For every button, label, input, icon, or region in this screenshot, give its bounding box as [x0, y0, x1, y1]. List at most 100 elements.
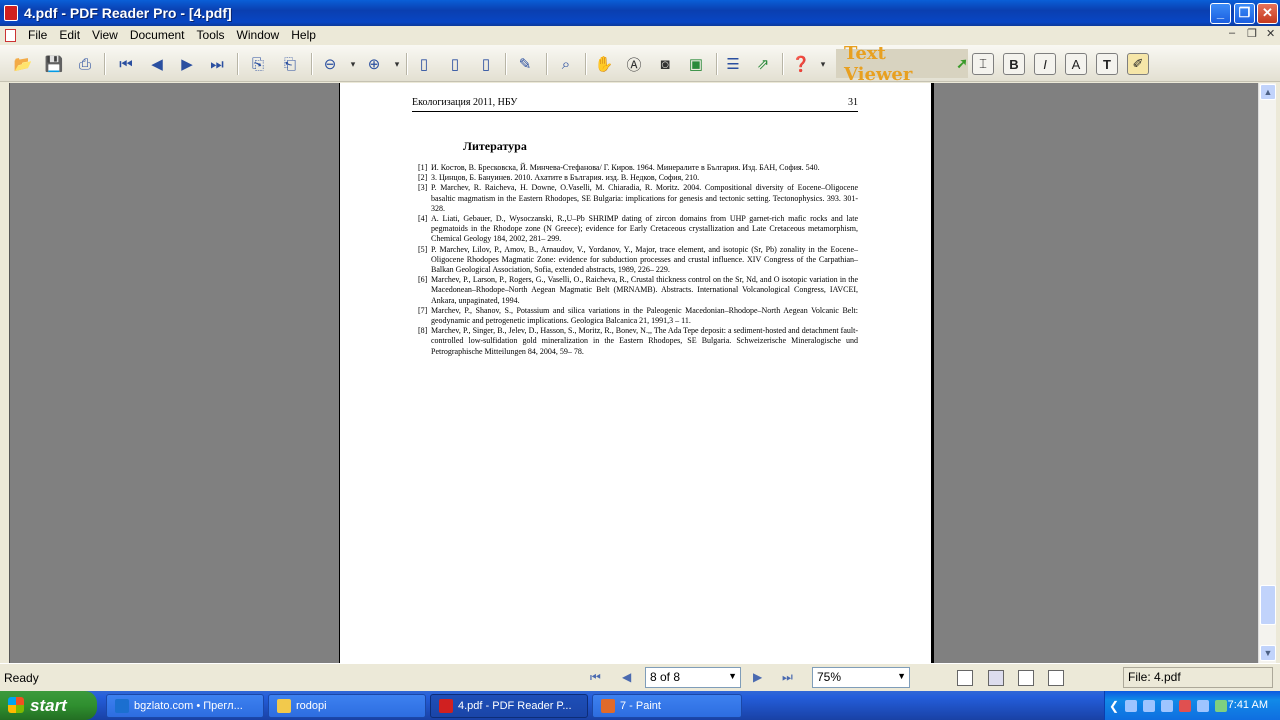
text-viewer-label: Text Viewer — [844, 42, 913, 85]
back-view-icon[interactable]: ⎘ — [247, 53, 269, 75]
facing-view-icon[interactable] — [1018, 670, 1034, 686]
zoom-out-icon[interactable]: ⊖ — [319, 53, 341, 75]
toolbar-separator — [311, 53, 313, 75]
taskbar-item-paint[interactable]: 7 - Paint — [592, 694, 742, 718]
image-tool-icon[interactable]: ▣ — [685, 53, 707, 75]
system-tray: ❮ 7:41 AM — [1104, 691, 1280, 720]
page-header-title: Екологизация 2011, НБУ — [412, 97, 518, 108]
zoom-in-icon[interactable]: ⊕ — [363, 53, 385, 75]
document-icon[interactable] — [5, 28, 16, 42]
vertical-scrollbar[interactable]: ▲ ▼ — [1258, 83, 1276, 663]
window-title: 4.pdf - PDF Reader Pro - [4.pdf] — [24, 5, 232, 21]
menu-tools[interactable]: Tools — [191, 28, 231, 42]
single-page-view-icon[interactable] — [957, 670, 973, 686]
taskbar-item-label: 7 - Paint — [620, 700, 661, 712]
volume-icon[interactable] — [1197, 699, 1210, 712]
zoom-out-dropdown-icon[interactable]: ▾ — [342, 53, 364, 75]
paint-icon — [601, 699, 615, 713]
status-last-page-icon[interactable]: ⏭ — [782, 670, 793, 685]
reference-text: Marchev, P., Shanov, S., Potassium and s… — [431, 305, 858, 326]
help-icon[interactable]: ❓ — [790, 53, 812, 75]
save-icon[interactable]: 💾 — [43, 53, 65, 75]
reference-number: [6] — [418, 275, 428, 285]
print-icon[interactable]: ⎙ — [74, 53, 96, 75]
menu-document[interactable]: Document — [124, 28, 191, 42]
safely-remove-icon[interactable] — [1215, 699, 1228, 712]
reference-item: [6] Marchev, P., Larson, P., Rogers, G., … — [418, 275, 858, 306]
select-text-icon[interactable]: Ⓐ — [623, 53, 645, 75]
menu-help[interactable]: Help — [285, 28, 322, 42]
help-dropdown-icon[interactable]: ▾ — [812, 53, 834, 75]
menu-window[interactable]: Window — [231, 28, 286, 42]
mdi-restore-button[interactable]: ❐ — [1247, 27, 1257, 40]
edit-form-icon[interactable]: ✎ — [514, 53, 536, 75]
snapshot-icon[interactable]: ◙ — [654, 53, 676, 75]
fit-page-icon[interactable]: ▯ — [444, 53, 466, 75]
fit-width-icon[interactable]: ▯ — [475, 53, 497, 75]
show-panel-icon[interactable]: ☰ — [722, 53, 744, 75]
scroll-down-arrow-icon[interactable]: ▼ — [1260, 645, 1276, 661]
section-title: Литература — [463, 139, 527, 153]
clock[interactable]: 7:41 AM — [1228, 699, 1268, 711]
windows-logo-icon — [8, 697, 24, 713]
find-binoculars-icon[interactable]: ⌕ — [555, 53, 577, 75]
close-button[interactable]: ✕ — [1257, 3, 1278, 24]
menu-view[interactable]: View — [86, 28, 124, 42]
mdi-close-button[interactable]: ✕ — [1266, 27, 1275, 40]
text-type-icon[interactable]: T — [1096, 53, 1118, 75]
page-dropdown-arrow-icon[interactable]: ▼ — [728, 671, 737, 681]
document-viewport[interactable]: Екологизация 2011, НБУ 31 Литература [1]… — [0, 83, 1280, 663]
minimize-button[interactable]: _ — [1210, 3, 1231, 24]
last-page-icon[interactable]: ⏭ — [206, 53, 228, 75]
bluetooth-icon[interactable] — [1161, 699, 1174, 712]
continuous-facing-view-icon[interactable] — [1048, 670, 1064, 686]
export-icon[interactable]: ⇗ — [752, 53, 774, 75]
first-page-icon[interactable]: ⏮ — [115, 53, 137, 75]
menu-edit[interactable]: Edit — [53, 28, 86, 42]
status-previous-page-icon[interactable]: ◀ — [622, 670, 631, 684]
status-next-page-icon[interactable]: ▶ — [753, 670, 762, 684]
scroll-thumb[interactable] — [1260, 585, 1276, 625]
next-page-icon[interactable]: ▶ — [176, 53, 198, 75]
scroll-up-arrow-icon[interactable]: ▲ — [1260, 84, 1276, 100]
window-titlebar[interactable]: 4.pdf - PDF Reader Pro - [4.pdf] _ ❐ ✕ — [0, 0, 1280, 26]
toolbar-separator — [782, 53, 784, 75]
pdf-page[interactable]: Екологизация 2011, НБУ 31 Литература [1]… — [339, 83, 934, 663]
page-number: 31 — [848, 97, 858, 108]
network-icon[interactable] — [1125, 699, 1138, 712]
hand-tool-icon[interactable]: ✋ — [593, 53, 615, 75]
restore-button[interactable]: ❐ — [1234, 3, 1255, 24]
open-folder-icon[interactable]: 📂 — [12, 53, 34, 75]
reference-number: [5] — [418, 244, 428, 254]
page-selector[interactable]: 8 of 8 ▼ — [645, 667, 741, 688]
status-first-page-icon[interactable]: ⏮ — [590, 670, 601, 685]
taskbar-item-folder[interactable]: rodopi — [268, 694, 426, 718]
reference-number: [3] — [418, 183, 428, 193]
actual-size-icon[interactable]: ▯ — [413, 53, 435, 75]
text-viewer-button[interactable]: Text Viewer ➚ — [836, 43, 968, 85]
italic-icon[interactable]: I — [1034, 53, 1056, 75]
text-cursor-icon[interactable]: ⌶ — [972, 53, 994, 75]
mdi-minimize-button[interactable]: – — [1229, 27, 1235, 39]
status-text: Ready — [4, 671, 39, 685]
pdf-tray-icon[interactable] — [1179, 699, 1192, 712]
toolbar-separator — [406, 53, 408, 75]
signal-strength-icon[interactable] — [1143, 699, 1156, 712]
highlight-tool-icon[interactable]: ✐ — [1127, 53, 1149, 75]
tray-expand-icon[interactable]: ❮ — [1109, 699, 1119, 713]
forward-view-icon[interactable]: ⎗ — [279, 53, 301, 75]
bold-icon[interactable]: B — [1003, 53, 1025, 75]
font-icon[interactable]: A — [1065, 53, 1087, 75]
zoom-in-dropdown-icon[interactable]: ▾ — [386, 53, 408, 75]
taskbar-item-pdf-reader[interactable]: 4.pdf - PDF Reader P... — [430, 694, 588, 718]
continuous-view-icon[interactable] — [988, 670, 1004, 686]
menu-file[interactable]: File — [22, 28, 53, 42]
reference-item: [2] З. Цинцов, Б. Бануинев. 2010. Ахатите… — [418, 173, 858, 183]
reference-item: [3] P. Marchev, R. Raicheva, H. Downe, O.… — [418, 183, 858, 214]
start-button[interactable]: start — [0, 691, 97, 720]
zoom-dropdown-arrow-icon[interactable]: ▼ — [897, 671, 906, 681]
reference-item: [8] Marchev, P., Singer, B., Jelev, D., H… — [418, 326, 858, 357]
zoom-selector[interactable]: 75% ▼ — [812, 667, 910, 688]
taskbar-item-browser[interactable]: bgzlato.com • Прегл... — [106, 694, 264, 718]
previous-page-icon[interactable]: ◀ — [146, 53, 168, 75]
